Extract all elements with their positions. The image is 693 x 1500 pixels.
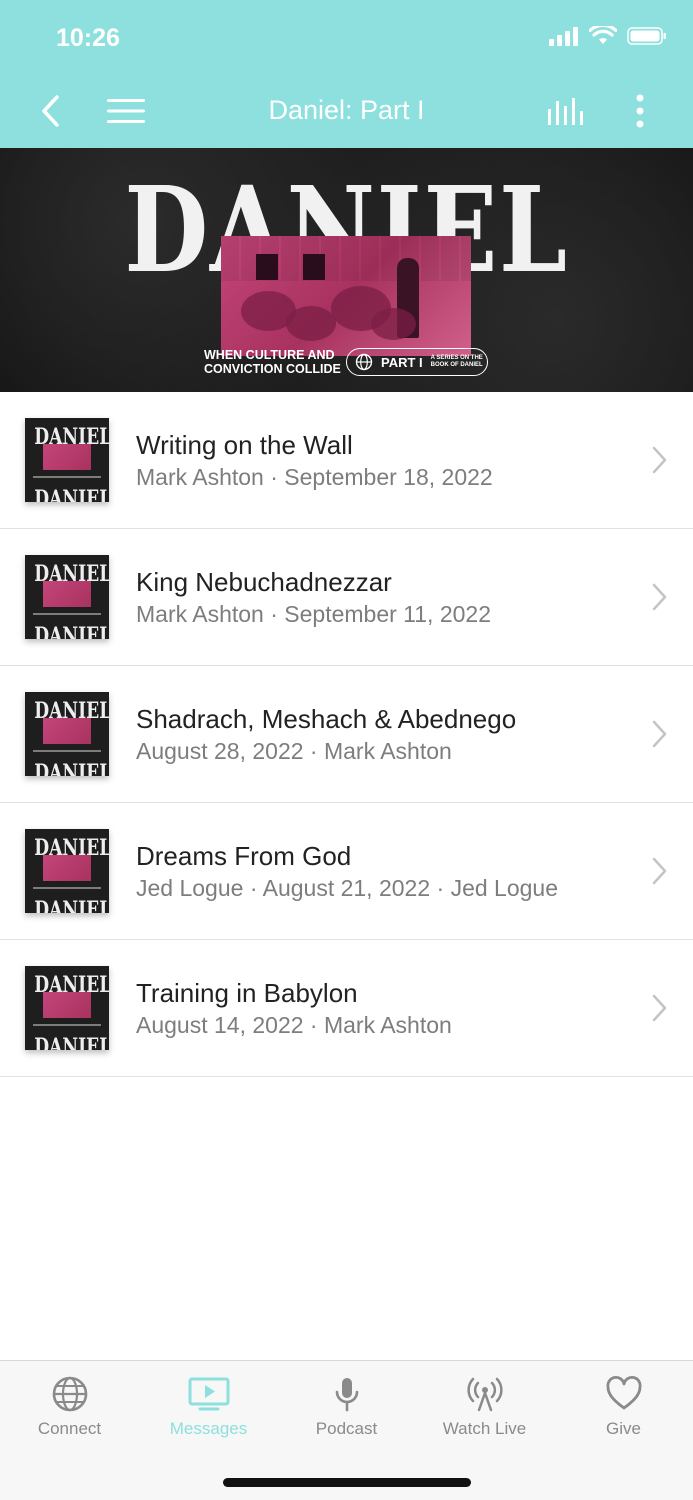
status-icons bbox=[549, 26, 667, 46]
message-title: Training in Babylon bbox=[136, 978, 358, 1008]
tab-podcast[interactable]: Podcast bbox=[277, 1375, 416, 1439]
banner-artwork bbox=[221, 236, 471, 356]
list-item[interactable]: DANIEL DANIEL Writing on the Wall Mark A… bbox=[0, 392, 693, 529]
message-title: Writing on the Wall bbox=[136, 430, 353, 460]
banner-subtitle: WHEN CULTURE AND CONVICTION COLLIDE bbox=[204, 348, 341, 376]
message-thumbnail: DANIEL DANIEL bbox=[25, 966, 109, 1050]
list-item[interactable]: DANIEL DANIEL Training in Babylon August… bbox=[0, 940, 693, 1077]
home-indicator bbox=[223, 1478, 471, 1487]
tv-play-icon bbox=[188, 1377, 229, 1411]
message-subtitle: Mark Ashton · September 18, 2022 bbox=[136, 464, 493, 490]
chevron-right-icon bbox=[652, 446, 667, 474]
tab-give[interactable]: Give bbox=[554, 1375, 693, 1439]
banner-series-label: A SERIES ON THE BOOK OF DANIEL bbox=[430, 355, 483, 368]
chevron-right-icon bbox=[652, 720, 667, 748]
globe-icon bbox=[52, 1376, 87, 1412]
microphone-icon bbox=[335, 1378, 358, 1412]
nav-bar: Daniel: Part I bbox=[0, 75, 693, 148]
tab-watch-live[interactable]: Watch Live bbox=[415, 1375, 554, 1439]
message-title: Shadrach, Meshach & Abednego bbox=[136, 704, 517, 734]
list-item[interactable]: DANIEL DANIEL Shadrach, Meshach & Abedne… bbox=[0, 666, 693, 803]
tab-label: Give bbox=[606, 1419, 641, 1438]
tab-label: Messages bbox=[169, 1419, 248, 1438]
chevron-right-icon bbox=[652, 994, 667, 1022]
more-button[interactable] bbox=[620, 87, 660, 135]
message-list: DANIEL DANIEL Writing on the Wall Mark A… bbox=[0, 392, 693, 1077]
tab-label: Podcast bbox=[315, 1419, 378, 1438]
banner-part-pill: PART I A SERIES ON THE BOOK OF DANIEL bbox=[346, 348, 488, 376]
heart-icon bbox=[606, 1375, 641, 1410]
message-thumbnail: DANIEL DANIEL bbox=[25, 692, 109, 776]
message-title: Dreams From God bbox=[136, 841, 352, 871]
chevron-right-icon bbox=[652, 583, 667, 611]
tab-connect[interactable]: Connect bbox=[0, 1375, 139, 1439]
wifi-icon bbox=[589, 26, 617, 44]
signal-icon bbox=[549, 27, 578, 46]
audio-button[interactable] bbox=[542, 87, 592, 135]
status-time: 10:26 bbox=[56, 24, 120, 52]
message-thumbnail: DANIEL DANIEL bbox=[25, 555, 109, 639]
list-item[interactable]: DANIEL DANIEL King Nebuchadnezzar Mark A… bbox=[0, 529, 693, 666]
message-subtitle: August 28, 2022 · Mark Ashton bbox=[136, 738, 452, 764]
chevron-right-icon bbox=[652, 857, 667, 885]
message-subtitle: Jed Logue · August 21, 2022 · Jed Logue bbox=[136, 875, 558, 901]
series-banner: DANIEL WHEN CULTURE AND CONVICTION COLLI… bbox=[0, 148, 693, 392]
list-item[interactable]: DANIEL DANIEL Dreams From God Jed Logue … bbox=[0, 803, 693, 940]
status-bar: 10:26 bbox=[0, 0, 693, 75]
message-title: King Nebuchadnezzar bbox=[136, 567, 392, 597]
audio-bars-icon bbox=[548, 98, 583, 125]
globe-icon bbox=[355, 353, 373, 371]
battery-icon bbox=[627, 27, 666, 45]
broadcast-icon bbox=[466, 1377, 503, 1412]
message-subtitle: August 14, 2022 · Mark Ashton bbox=[136, 1012, 452, 1038]
tab-messages[interactable]: Messages bbox=[139, 1375, 278, 1439]
banner-part-label: PART I bbox=[381, 354, 423, 370]
message-thumbnail: DANIEL DANIEL bbox=[25, 418, 109, 502]
message-subtitle: Mark Ashton · September 11, 2022 bbox=[136, 601, 491, 627]
tab-label: Connect bbox=[37, 1419, 102, 1438]
message-thumbnail: DANIEL DANIEL bbox=[25, 829, 109, 913]
vertical-dots-icon bbox=[636, 94, 644, 128]
tab-label: Watch Live bbox=[442, 1419, 527, 1438]
